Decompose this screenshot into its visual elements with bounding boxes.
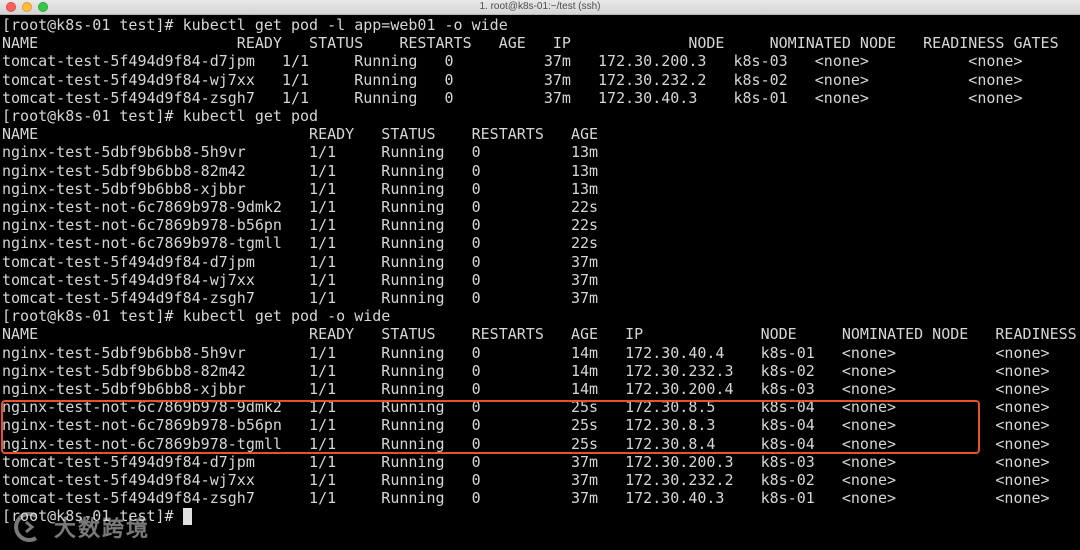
terminal-line: tomcat-test-5f494d9f84-d7jpm 1/1 Running…	[2, 52, 1023, 71]
watermark-text: 大数跨境	[54, 517, 151, 542]
terminal-line: NAME READY STATUS RESTARTS AGE IP NODE N…	[2, 34, 1059, 53]
terminal-line: nginx-test-not-6c7869b978-tgmll 1/1 Runn…	[2, 234, 599, 253]
terminal-line: tomcat-test-5f494d9f84-wj7xx 1/1 Running…	[2, 270, 599, 289]
window-titlebar: 1. root@k8s-01:~/test (ssh)	[0, 0, 1080, 15]
terminal-line: tomcat-test-5f494d9f84-zsgh7 1/1 Running…	[2, 489, 1050, 508]
terminal-line: tomcat-test-5f494d9f84-d7jpm 1/1 Running…	[2, 252, 599, 271]
watermark: 大数跨境	[14, 510, 150, 544]
terminal-line: [root@k8s-01 test]# kubectl get pod	[2, 107, 319, 126]
terminal-line: tomcat-test-5f494d9f84-wj7xx 1/1 Running…	[2, 471, 1050, 490]
terminal-line: nginx-test-5dbf9b6bb8-xjbbr 1/1 Running …	[2, 179, 599, 198]
terminal-line: nginx-test-5dbf9b6bb8-82m42 1/1 Running …	[2, 361, 1050, 380]
terminal-line: tomcat-test-5f494d9f84-d7jpm 1/1 Running…	[2, 452, 1050, 471]
terminal-cursor	[182, 508, 192, 526]
terminal-line: [root@k8s-01 test]# kubectl get pod -o w…	[2, 307, 391, 326]
terminal-line: nginx-test-not-6c7869b978-b56pn 1/1 Runn…	[2, 216, 599, 235]
terminal-line: nginx-test-5dbf9b6bb8-5h9vr 1/1 Running …	[2, 143, 599, 162]
window-title: 1. root@k8s-01:~/test (ssh)	[479, 1, 601, 12]
terminal-line: nginx-test-5dbf9b6bb8-82m42 1/1 Running …	[2, 161, 599, 180]
terminal-line: tomcat-test-5f494d9f84-zsgh7 1/1 Running…	[2, 88, 1023, 107]
terminal-line: nginx-test-5dbf9b6bb8-xjbbr 1/1 Running …	[2, 380, 1050, 399]
highlight-box	[1, 400, 980, 454]
terminal-line: NAME READY STATUS RESTARTS AGE IP NODE N…	[2, 325, 1080, 344]
terminal-line: nginx-test-5dbf9b6bb8-5h9vr 1/1 Running …	[2, 343, 1050, 362]
terminal-line: tomcat-test-5f494d9f84-zsgh7 1/1 Running…	[2, 289, 599, 308]
terminal-line: NAME READY STATUS RESTARTS AGE	[2, 125, 599, 144]
watermark-logo-icon	[14, 512, 38, 542]
terminal-line: [root@k8s-01 test]# kubectl get pod -l a…	[2, 16, 508, 34]
terminal-line: tomcat-test-5f494d9f84-wj7xx 1/1 Running…	[2, 70, 1023, 89]
terminal-content[interactable]: [root@k8s-01 test]# kubectl get pod -l a…	[0, 16, 1080, 550]
terminal-line: nginx-test-not-6c7869b978-9dmk2 1/1 Runn…	[2, 198, 599, 217]
